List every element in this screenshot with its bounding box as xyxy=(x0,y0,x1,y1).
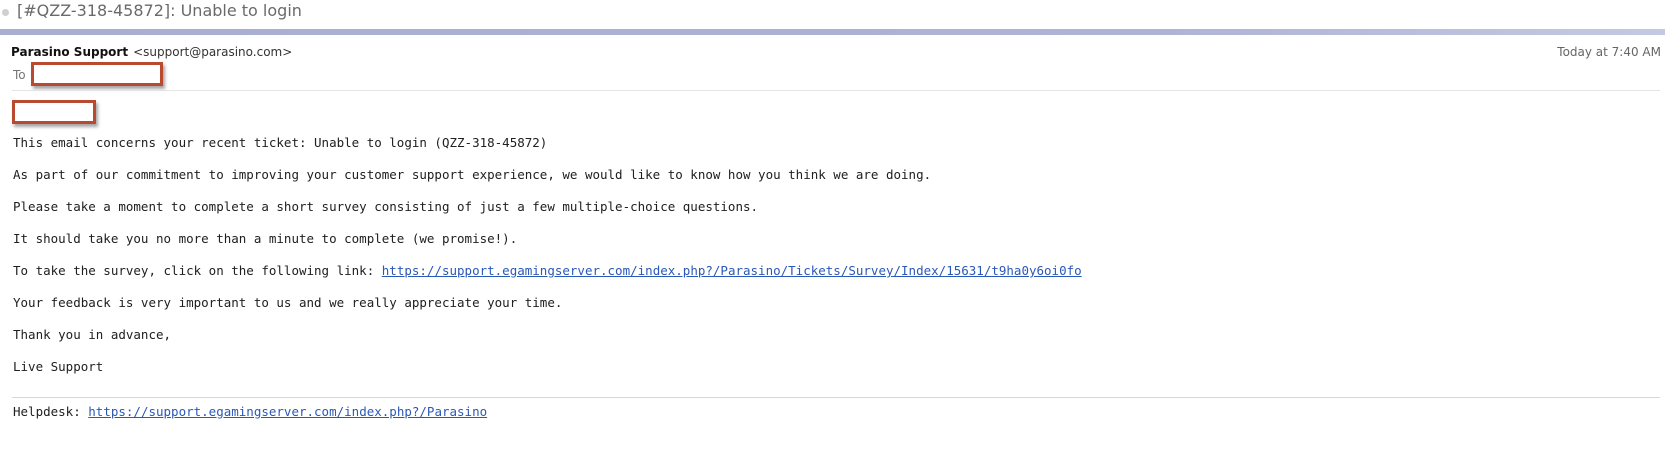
footer-divider xyxy=(12,397,1660,398)
body-line-duration: It should take you no more than a minute… xyxy=(13,231,518,246)
survey-link-prefix: To take the survey, click on the followi… xyxy=(13,263,375,278)
redacted-greeting-box xyxy=(12,100,96,124)
sender-name[interactable]: Parasino Support xyxy=(11,45,128,59)
survey-link[interactable]: https://support.egamingserver.com/index.… xyxy=(382,263,1082,278)
body-line-commitment: As part of our commitment to improving y… xyxy=(13,167,932,182)
body-line-survey-request: Please take a moment to complete a short… xyxy=(13,199,759,214)
body-line-thanks: Thank you in advance, xyxy=(13,327,172,342)
to-label: To xyxy=(13,68,26,82)
unread-dot-icon xyxy=(2,9,9,16)
body-line-feedback: Your feedback is very important to us an… xyxy=(13,295,563,310)
header-divider xyxy=(0,29,1665,35)
redacted-recipient-box xyxy=(31,62,163,86)
body-line-survey-link: To take the survey, click on the followi… xyxy=(13,263,1082,278)
sender-email[interactable]: <support@parasino.com> xyxy=(133,45,292,59)
message-timestamp: Today at 7:40 AM xyxy=(1557,45,1661,59)
sender-line: Parasino Support <support@parasino.com> xyxy=(11,45,292,59)
signature: Live Support xyxy=(13,359,104,374)
message-subject: [#QZZ-318-45872]: Unable to login xyxy=(17,1,302,20)
helpdesk-link[interactable]: https://support.egamingserver.com/index.… xyxy=(88,404,487,419)
helpdesk-line: Helpdesk: https://support.egamingserver.… xyxy=(13,404,487,419)
message-subject-row: [#QZZ-318-45872]: Unable to login xyxy=(0,0,1665,28)
body-line-ticket: This email concerns your recent ticket: … xyxy=(13,135,548,150)
header-body-divider xyxy=(12,90,1660,91)
helpdesk-label: Helpdesk: xyxy=(13,404,81,419)
